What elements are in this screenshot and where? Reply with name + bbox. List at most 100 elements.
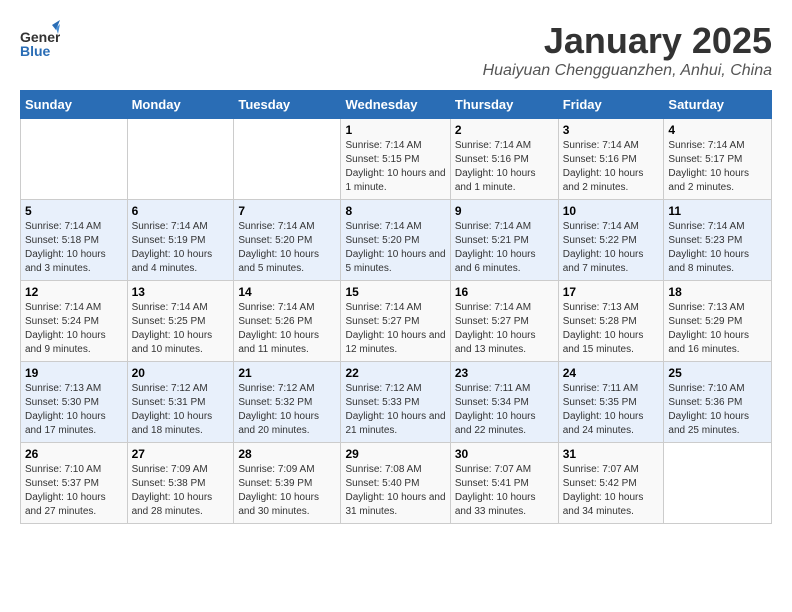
day-info: Sunrise: 7:08 AMSunset: 5:40 PMDaylight:…	[345, 463, 445, 519]
day-info: Sunrise: 7:12 AMSunset: 5:33 PMDaylight:…	[345, 382, 445, 438]
day-number: 24	[563, 366, 660, 380]
calendar-cell: 5 Sunrise: 7:14 AMSunset: 5:18 PMDaylight…	[21, 200, 128, 281]
day-info: Sunrise: 7:14 AMSunset: 5:26 PMDaylight:…	[238, 301, 336, 357]
calendar-cell: 3Sunrise: 7:14 AMSunset: 5:16 PMDaylight…	[558, 119, 664, 200]
day-info: Sunrise: 7:14 AMSunset: 5:27 PMDaylight:…	[345, 301, 445, 357]
day-info: Sunrise: 7:11 AMSunset: 5:35 PMDaylight:…	[563, 382, 660, 438]
day-info: Sunrise: 7:14 AMSunset: 5:22 PMDaylight:…	[563, 220, 660, 276]
calendar-cell: 27Sunrise: 7:09 AMSunset: 5:38 PMDayligh…	[127, 443, 234, 524]
calendar-cell: 14 Sunrise: 7:14 AMSunset: 5:26 PMDayligh…	[234, 281, 341, 362]
header-saturday: Saturday	[664, 91, 772, 119]
calendar-cell: 17 Sunrise: 7:13 AMSunset: 5:28 PMDayligh…	[558, 281, 664, 362]
day-number: 30	[455, 447, 554, 461]
day-info: Sunrise: 7:14 AMSunset: 5:21 PMDaylight:…	[455, 220, 554, 276]
day-number: 22	[345, 366, 445, 380]
day-number: 23	[455, 366, 554, 380]
day-info: Sunrise: 7:11 AMSunset: 5:34 PMDaylight:…	[455, 382, 554, 438]
calendar-cell: 13 Sunrise: 7:14 AMSunset: 5:25 PMDayligh…	[127, 281, 234, 362]
day-number: 19	[25, 366, 123, 380]
day-info: Sunrise: 7:13 AMSunset: 5:29 PMDaylight:…	[668, 301, 767, 357]
calendar-cell: 22 Sunrise: 7:12 AMSunset: 5:33 PMDayligh…	[341, 362, 450, 443]
day-number: 26	[25, 447, 123, 461]
day-number: 28	[238, 447, 336, 461]
calendar-cell: 30 Sunrise: 7:07 AMSunset: 5:41 PMDayligh…	[450, 443, 558, 524]
calendar-cell	[234, 119, 341, 200]
header: General Blue January 2025 Huaiyuan Cheng…	[20, 20, 772, 80]
calendar-cell: 31Sunrise: 7:07 AMSunset: 5:42 PMDayligh…	[558, 443, 664, 524]
day-number: 7	[238, 204, 336, 218]
calendar-cell: 10 Sunrise: 7:14 AMSunset: 5:22 PMDayligh…	[558, 200, 664, 281]
calendar-cell: 7 Sunrise: 7:14 AMSunset: 5:20 PMDaylight…	[234, 200, 341, 281]
day-info: Sunrise: 7:12 AMSunset: 5:32 PMDaylight:…	[238, 382, 336, 438]
calendar-cell: 28 Sunrise: 7:09 AMSunset: 5:39 PMDayligh…	[234, 443, 341, 524]
day-number: 15	[345, 285, 445, 299]
week-row-5: 26Sunrise: 7:10 AMSunset: 5:37 PMDayligh…	[21, 443, 772, 524]
week-row-1: 1Sunrise: 7:14 AMSunset: 5:15 PMDaylight…	[21, 119, 772, 200]
day-number: 16	[455, 285, 554, 299]
day-info: Sunrise: 7:07 AMSunset: 5:41 PMDaylight:…	[455, 463, 554, 519]
title-section: January 2025 Huaiyuan Chengguanzhen, Anh…	[483, 20, 772, 80]
header-sunday: Sunday	[21, 91, 128, 119]
day-info: Sunrise: 7:07 AMSunset: 5:42 PMDaylight:…	[563, 463, 660, 519]
day-info: Sunrise: 7:10 AMSunset: 5:36 PMDaylight:…	[668, 382, 767, 438]
day-info: Sunrise: 7:12 AMSunset: 5:31 PMDaylight:…	[132, 382, 230, 438]
day-number: 13	[132, 285, 230, 299]
calendar-cell	[21, 119, 128, 200]
day-info: Sunrise: 7:14 AMSunset: 5:25 PMDaylight:…	[132, 301, 230, 357]
day-number: 6	[132, 204, 230, 218]
calendar-cell	[127, 119, 234, 200]
day-info: Sunrise: 7:14 AMSunset: 5:27 PMDaylight:…	[455, 301, 554, 357]
calendar-cell: 16 Sunrise: 7:14 AMSunset: 5:27 PMDayligh…	[450, 281, 558, 362]
day-number: 3	[563, 123, 660, 137]
header-wednesday: Wednesday	[341, 91, 450, 119]
week-row-4: 19 Sunrise: 7:13 AMSunset: 5:30 PMDayligh…	[21, 362, 772, 443]
calendar-cell: 18 Sunrise: 7:13 AMSunset: 5:29 PMDayligh…	[664, 281, 772, 362]
day-info: Sunrise: 7:13 AMSunset: 5:28 PMDaylight:…	[563, 301, 660, 357]
weekday-header-row: Sunday Monday Tuesday Wednesday Thursday…	[21, 91, 772, 119]
day-number: 18	[668, 285, 767, 299]
header-tuesday: Tuesday	[234, 91, 341, 119]
day-info: Sunrise: 7:14 AMSunset: 5:24 PMDaylight:…	[25, 301, 123, 357]
calendar-table: Sunday Monday Tuesday Wednesday Thursday…	[20, 90, 772, 524]
day-info: Sunrise: 7:09 AMSunset: 5:39 PMDaylight:…	[238, 463, 336, 519]
header-monday: Monday	[127, 91, 234, 119]
day-number: 29	[345, 447, 445, 461]
day-number: 10	[563, 204, 660, 218]
day-info: Sunrise: 7:13 AMSunset: 5:30 PMDaylight:…	[25, 382, 123, 438]
day-info: Sunrise: 7:14 AMSunset: 5:18 PMDaylight:…	[25, 220, 123, 276]
header-friday: Friday	[558, 91, 664, 119]
day-number: 12	[25, 285, 123, 299]
logo: General Blue	[20, 20, 64, 70]
calendar-cell: 8Sunrise: 7:14 AMSunset: 5:20 PMDaylight…	[341, 200, 450, 281]
svg-text:Blue: Blue	[20, 43, 51, 59]
calendar-cell: 29 Sunrise: 7:08 AMSunset: 5:40 PMDayligh…	[341, 443, 450, 524]
calendar-cell: 4Sunrise: 7:14 AMSunset: 5:17 PMDaylight…	[664, 119, 772, 200]
day-number: 9	[455, 204, 554, 218]
day-number: 2	[455, 123, 554, 137]
day-info: Sunrise: 7:14 AMSunset: 5:20 PMDaylight:…	[238, 220, 336, 276]
day-info: Sunrise: 7:14 AMSunset: 5:19 PMDaylight:…	[132, 220, 230, 276]
day-info: Sunrise: 7:09 AMSunset: 5:38 PMDaylight:…	[132, 463, 230, 519]
day-number: 5	[25, 204, 123, 218]
day-number: 17	[563, 285, 660, 299]
day-number: 25	[668, 366, 767, 380]
calendar-cell: 11 Sunrise: 7:14 AMSunset: 5:23 PMDayligh…	[664, 200, 772, 281]
calendar-cell: 20 Sunrise: 7:12 AMSunset: 5:31 PMDayligh…	[127, 362, 234, 443]
calendar-cell: 21Sunrise: 7:12 AMSunset: 5:32 PMDayligh…	[234, 362, 341, 443]
day-info: Sunrise: 7:14 AMSunset: 5:23 PMDaylight:…	[668, 220, 767, 276]
day-number: 20	[132, 366, 230, 380]
month-title: January 2025	[483, 20, 772, 62]
day-number: 14	[238, 285, 336, 299]
day-number: 11	[668, 204, 767, 218]
day-info: Sunrise: 7:14 AMSunset: 5:16 PMDaylight:…	[455, 139, 554, 195]
calendar-cell: 12 Sunrise: 7:14 AMSunset: 5:24 PMDayligh…	[21, 281, 128, 362]
day-info: Sunrise: 7:14 AMSunset: 5:17 PMDaylight:…	[668, 139, 767, 195]
header-thursday: Thursday	[450, 91, 558, 119]
calendar-cell	[664, 443, 772, 524]
calendar-cell: 25 Sunrise: 7:10 AMSunset: 5:36 PMDayligh…	[664, 362, 772, 443]
week-row-3: 12 Sunrise: 7:14 AMSunset: 5:24 PMDayligh…	[21, 281, 772, 362]
day-number: 1	[345, 123, 445, 137]
calendar-cell: 2 Sunrise: 7:14 AMSunset: 5:16 PMDaylight…	[450, 119, 558, 200]
calendar-cell: 23 Sunrise: 7:11 AMSunset: 5:34 PMDayligh…	[450, 362, 558, 443]
day-info: Sunrise: 7:14 AMSunset: 5:20 PMDaylight:…	[345, 220, 445, 276]
